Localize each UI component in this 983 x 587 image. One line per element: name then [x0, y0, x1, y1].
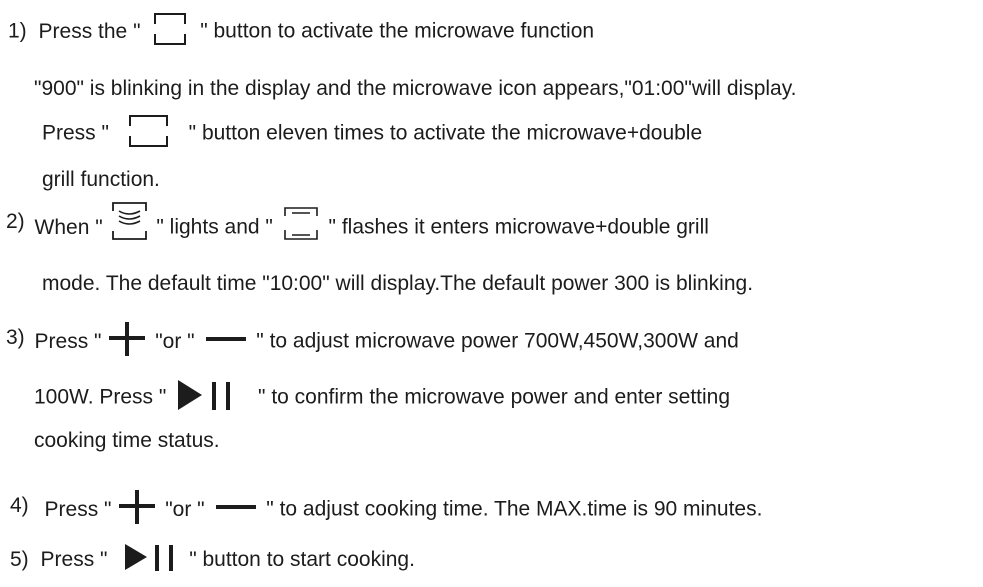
step-text: " button to activate the microwave funct…	[200, 19, 595, 43]
start-pause-icon	[178, 380, 231, 410]
plus-icon	[119, 490, 156, 524]
step-text: "or "	[165, 497, 205, 521]
step-number: 4)	[10, 493, 29, 517]
step-3-line-2: 100W. Press " " to confirm the microwave…	[34, 380, 731, 412]
step-1-line-3: Press " " button eleven times to activat…	[42, 115, 703, 148]
plus-icon	[109, 322, 146, 356]
step-text: "or "	[155, 329, 195, 353]
step-text: " to confirm the microwave power and ent…	[258, 385, 731, 409]
step-text: " to adjust microwave power 700W,450W,30…	[256, 329, 739, 353]
step-number: 3)	[6, 325, 25, 349]
step-3-line-3: cooking time status.	[34, 429, 220, 453]
step-text: " lights and "	[156, 215, 273, 239]
start-pause-icon	[125, 544, 174, 572]
minus-icon	[216, 505, 257, 509]
microwave-button-icon	[154, 13, 187, 45]
double-grill-icon	[283, 207, 318, 240]
step-text: mode. The default time "10:00" will disp…	[42, 272, 754, 295]
step-1-line-1: 1) Press the " " button to activate the …	[8, 13, 595, 46]
step-2-line-2: mode. The default time "10:00" will disp…	[42, 272, 753, 296]
step-2-line-1: 2) When " " lights and " " flashes it en…	[6, 202, 709, 242]
step-text: " button eleven times to activate the mi…	[188, 121, 703, 145]
step-text: "900" is blinking in the display and the…	[34, 77, 797, 100]
step-text: Press "	[40, 548, 108, 571]
step-1-line-4: grill function.	[42, 168, 160, 192]
step-text: " to adjust cooking time. The MAX.time i…	[266, 497, 763, 521]
step-text: Press the "	[38, 19, 141, 43]
step-text: Press "	[42, 121, 109, 145]
step-text: " flashes it enters microwave+double gri…	[328, 215, 709, 239]
step-number: 5)	[10, 548, 29, 571]
step-text: When "	[34, 215, 103, 239]
step-number: 2)	[6, 209, 25, 233]
step-text: " button to start cooking.	[189, 548, 415, 571]
step-text: Press "	[34, 329, 102, 353]
step-number: 1)	[8, 19, 27, 43]
grill-icon	[111, 202, 147, 240]
step-text: grill function.	[42, 168, 160, 191]
step-5-line-1: 5) Press " " button to start cooking.	[10, 544, 415, 572]
step-text: Press "	[44, 497, 112, 521]
step-text: cooking time status.	[34, 429, 220, 452]
step-1-line-2: "900" is blinking in the display and the…	[34, 77, 797, 101]
step-4-line-1: 4) Press " "or " " to adjust cooking tim…	[10, 490, 763, 524]
minus-icon	[206, 337, 247, 341]
step-text: 100W. Press "	[34, 385, 167, 409]
microwave-button-icon	[128, 115, 168, 147]
step-3-line-1: 3) Press " "or " " to adjust microwave p…	[6, 322, 739, 356]
